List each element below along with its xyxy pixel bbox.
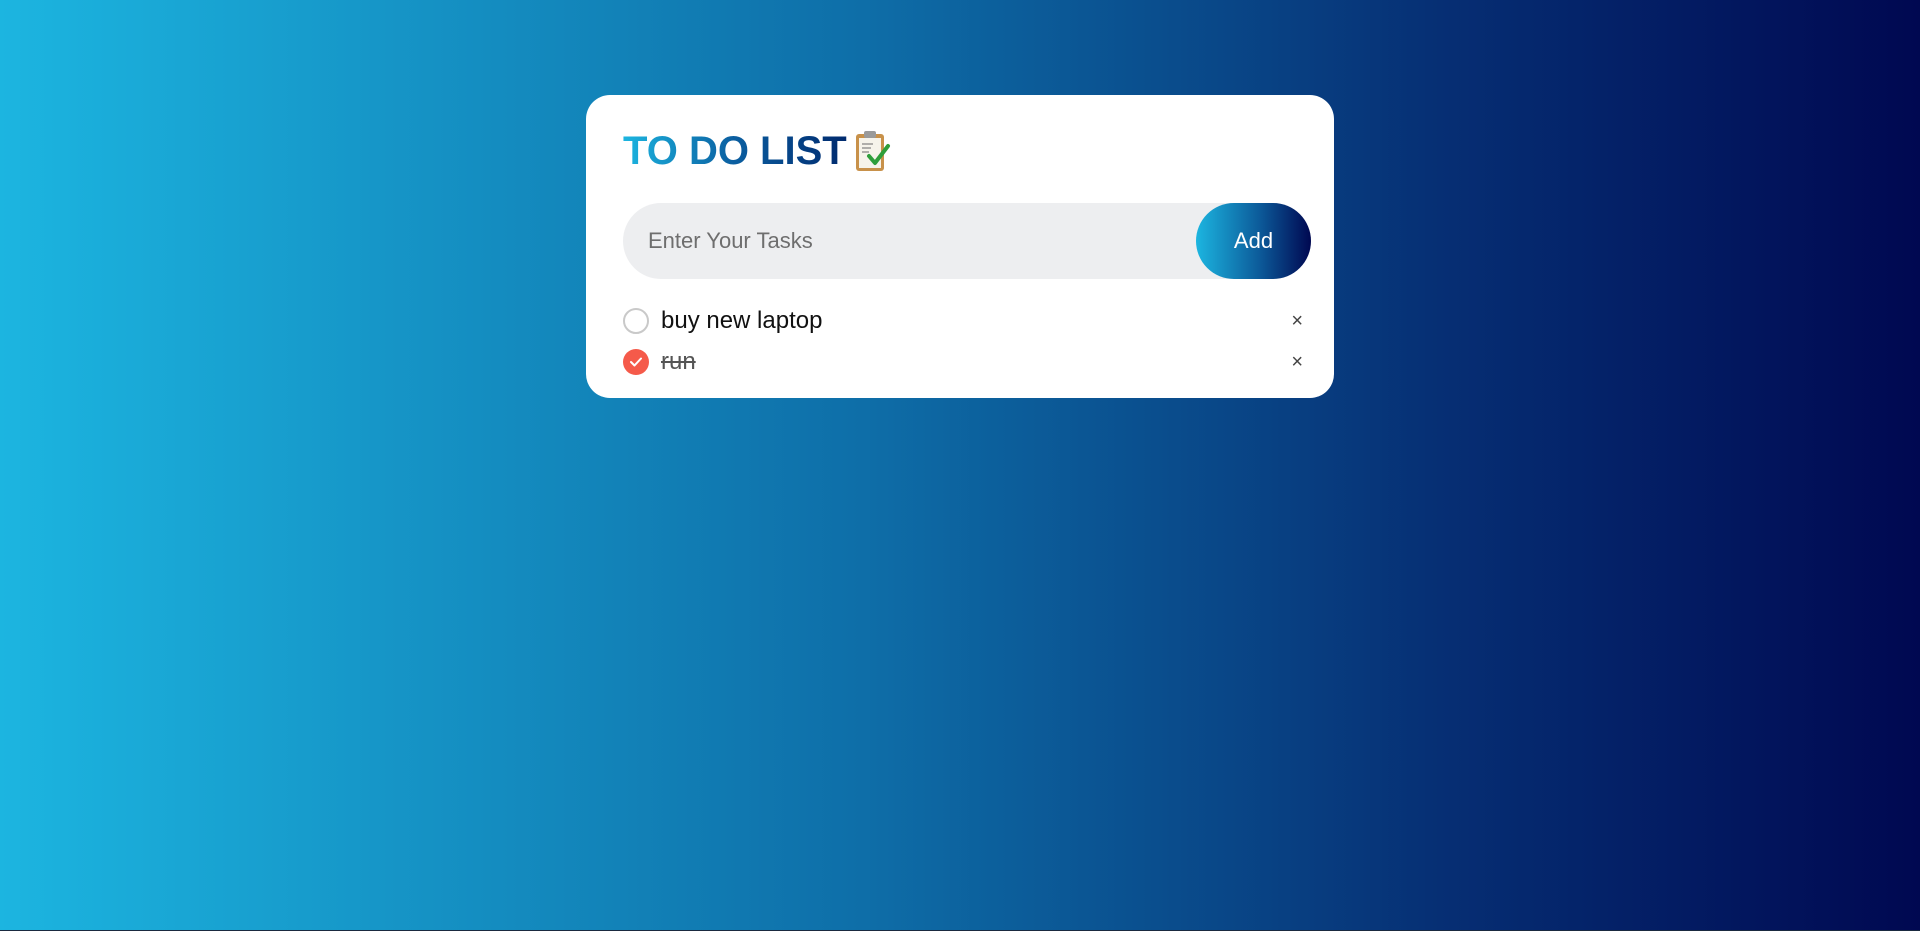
checked-circle-icon[interactable] <box>623 348 649 375</box>
task-text: run <box>661 347 696 375</box>
header: TO DO LIST <box>623 129 891 173</box>
delete-icon[interactable]: × <box>1291 311 1303 331</box>
todo-card: TO DO LIST Add buy new laptop × <box>586 95 1334 398</box>
task-input[interactable] <box>623 203 1183 279</box>
task-text: buy new laptop <box>661 306 823 334</box>
task-item[interactable]: buy new laptop × <box>623 300 1311 341</box>
unchecked-circle-icon[interactable] <box>623 307 649 334</box>
task-list: buy new laptop × run × <box>623 300 1311 382</box>
task-input-row: Add <box>623 203 1311 279</box>
task-item[interactable]: run × <box>623 341 1311 382</box>
clipboard-check-icon <box>853 129 891 173</box>
delete-icon[interactable]: × <box>1291 352 1303 372</box>
page-title: TO DO LIST <box>623 129 847 173</box>
add-button[interactable]: Add <box>1196 203 1311 279</box>
